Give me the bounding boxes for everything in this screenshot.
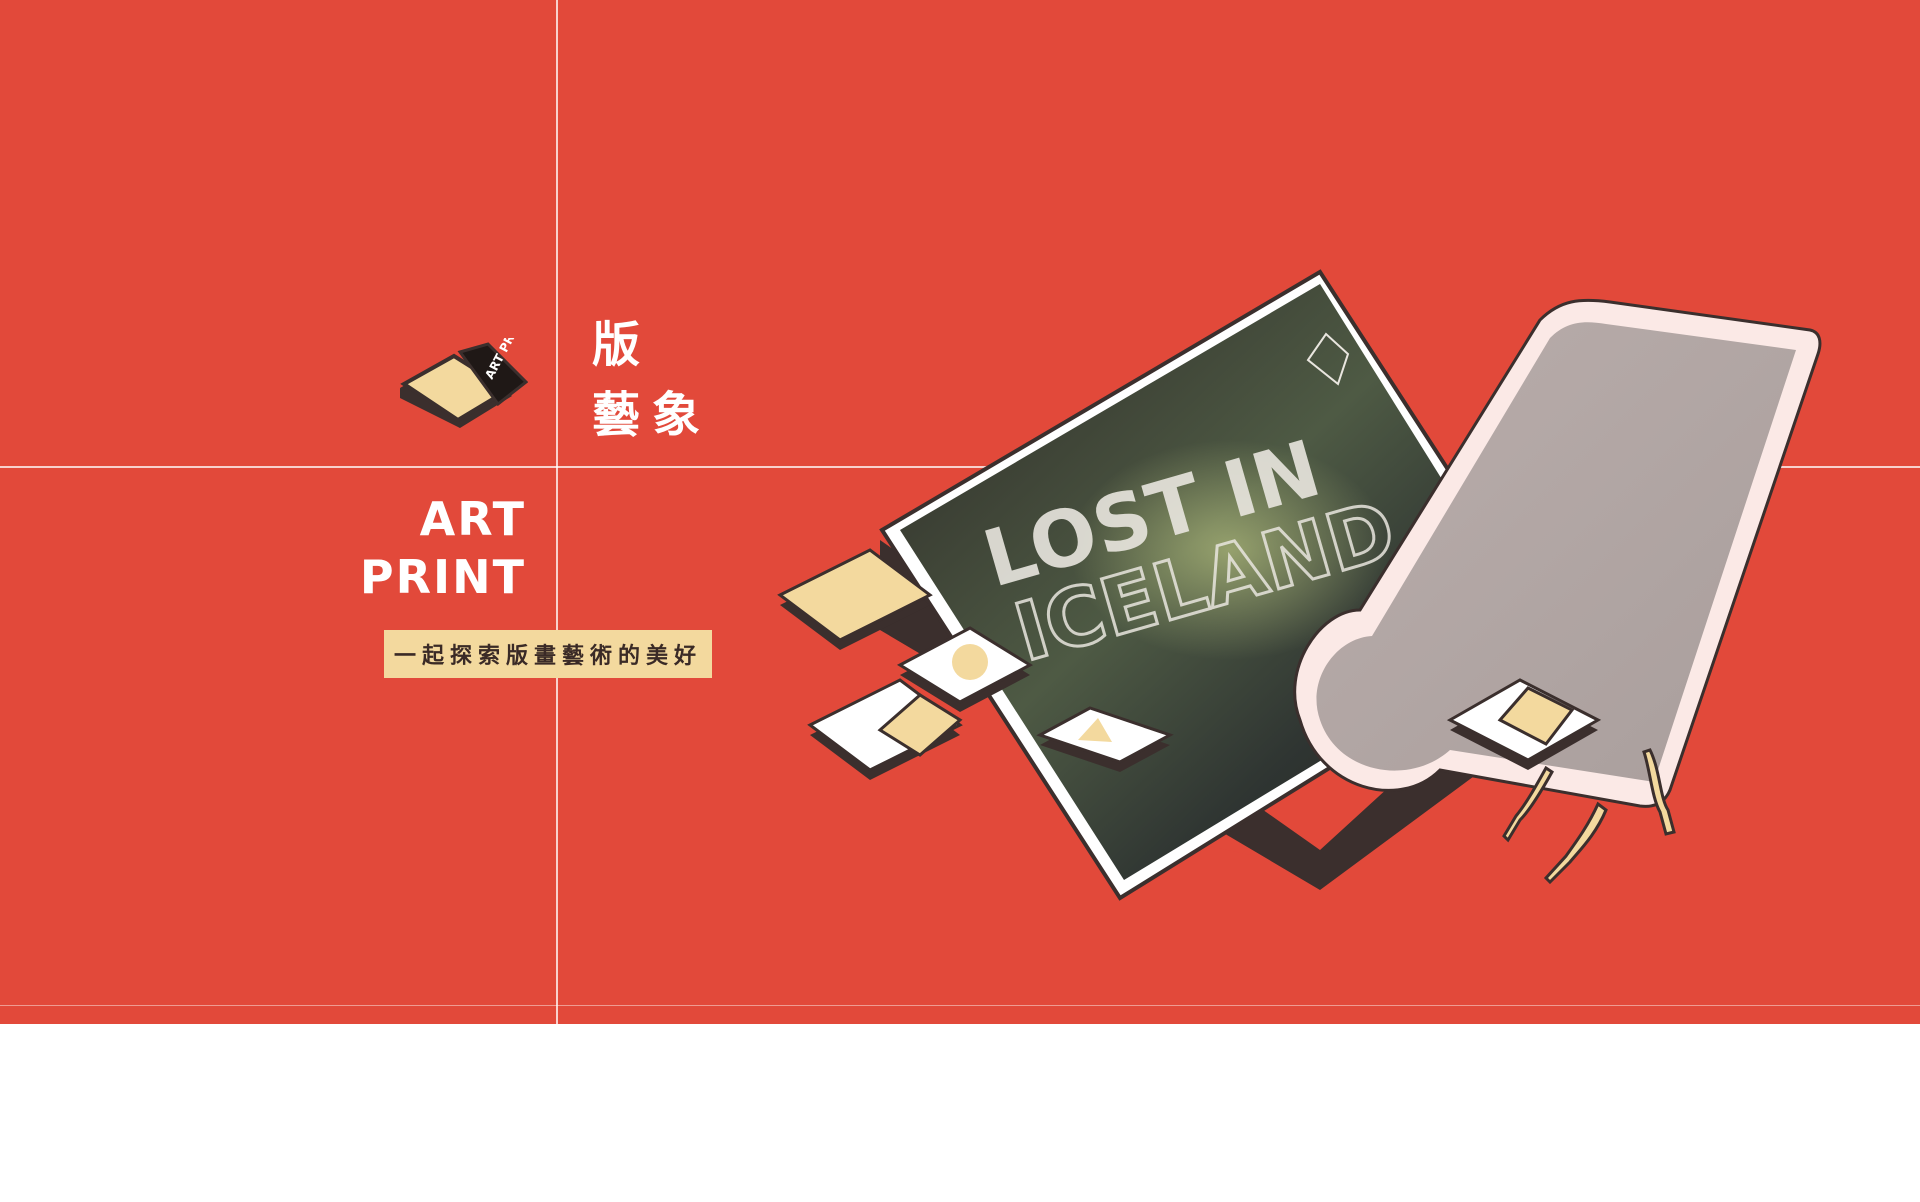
title-zh-line2: 藝象 <box>592 387 713 443</box>
title-en-line2: PRINT <box>359 550 526 604</box>
title-zh-line1: 版 <box>592 317 653 373</box>
vertical-guide-line <box>556 0 558 1024</box>
title-en-line1: ART <box>419 492 526 546</box>
print-box-illustration: LOST IN ICELAND <box>777 269 1822 901</box>
title-english: ART PRINT <box>360 490 526 606</box>
tagline-badge: 一起探索版畫藝術的美好 <box>384 630 713 678</box>
art-print-logo: ART PRINT <box>400 338 528 428</box>
title-chinese: 版 藝象 <box>592 310 712 450</box>
carving-tool-3 <box>1543 801 1608 885</box>
